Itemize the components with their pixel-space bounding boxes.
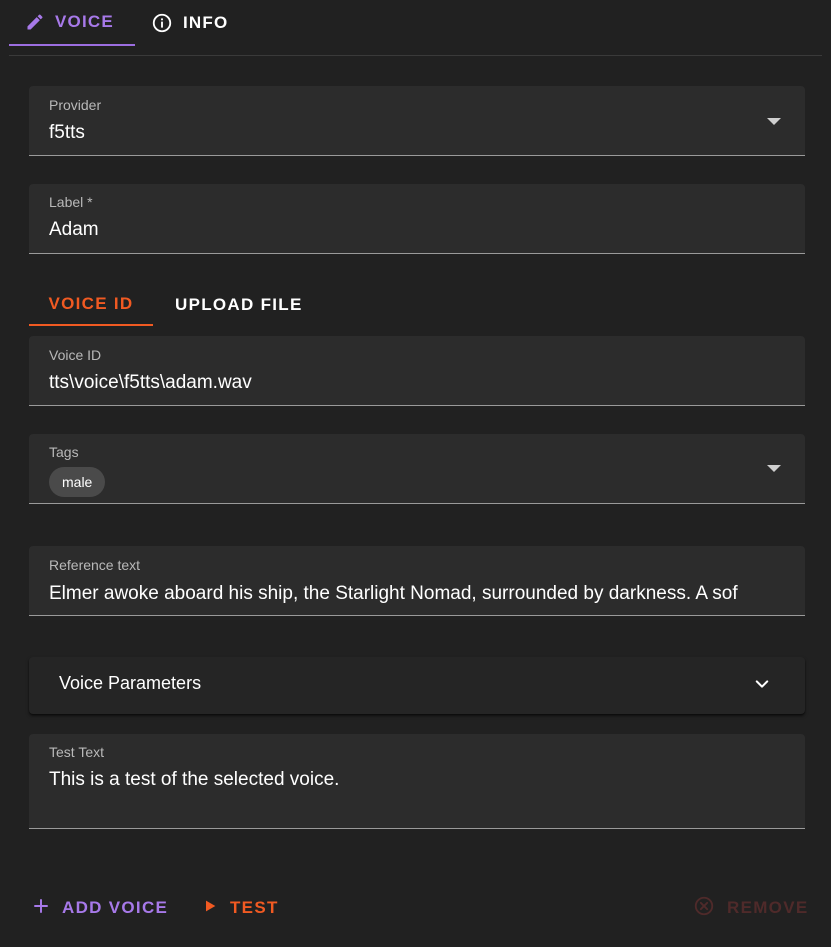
label-field-label: Label * — [49, 194, 93, 210]
tags-label: Tags — [49, 444, 79, 460]
test-text-field[interactable]: Test Text This is a test of the selected… — [29, 734, 805, 829]
tab-info[interactable]: INFO — [151, 0, 228, 46]
tab-upload-file[interactable]: UPLOAD FILE — [175, 284, 303, 326]
reference-text-value: Elmer awoke aboard his ship, the Starlig… — [49, 583, 738, 604]
plus-icon — [32, 897, 50, 920]
provider-value: f5tts — [49, 122, 85, 143]
info-circle-icon — [151, 12, 173, 34]
add-voice-button[interactable]: ADD VOICE — [32, 893, 168, 923]
test-label: TEST — [230, 898, 279, 917]
tags-select[interactable]: Tags male — [29, 434, 805, 504]
label-field-value: Adam — [49, 219, 99, 240]
test-text-value: This is a test of the selected voice. — [49, 769, 340, 790]
test-text-label: Test Text — [49, 744, 104, 760]
tag-chip-male[interactable]: male — [49, 467, 106, 497]
voice-id-label: Voice ID — [49, 347, 102, 363]
tab-info-label: INFO — [183, 13, 229, 32]
provider-select[interactable]: Provider f5tts — [29, 86, 805, 156]
pencil-icon — [25, 12, 45, 32]
voice-id-field[interactable]: Voice ID tts\voice\f5tts\adam.wav — [29, 336, 805, 406]
chevron-down-icon — [753, 675, 771, 698]
caret-down-icon — [767, 118, 781, 125]
remove-label: REMOVE — [727, 898, 809, 917]
caret-down-icon — [767, 465, 781, 472]
remove-button[interactable]: REMOVE — [693, 893, 808, 923]
play-icon — [202, 898, 218, 919]
voice-id-value: tts\voice\f5tts\adam.wav — [49, 372, 252, 393]
close-circle-icon — [693, 895, 715, 922]
top-tab-bar: VOICE INFO — [9, 0, 822, 56]
tab-voice[interactable]: VOICE — [9, 0, 135, 46]
voice-parameters-accordion[interactable]: Voice Parameters — [29, 657, 805, 714]
reference-text-label: Reference text — [49, 557, 141, 573]
provider-label: Provider — [49, 97, 102, 113]
test-button[interactable]: TEST — [202, 893, 279, 923]
voice-source-tabs: VOICE ID UPLOAD FILE — [29, 284, 329, 326]
reference-text-field[interactable]: Reference text Elmer awoke aboard his sh… — [29, 546, 805, 616]
tab-voice-id[interactable]: VOICE ID — [29, 284, 153, 326]
label-field[interactable]: Label * Adam — [29, 184, 805, 254]
tab-voice-label: VOICE — [55, 12, 114, 31]
voice-parameters-title: Voice Parameters — [59, 673, 202, 693]
voice-editor: VOICE INFO Provider f5tts Label * Adam V… — [0, 0, 831, 947]
add-voice-label: ADD VOICE — [62, 898, 169, 917]
